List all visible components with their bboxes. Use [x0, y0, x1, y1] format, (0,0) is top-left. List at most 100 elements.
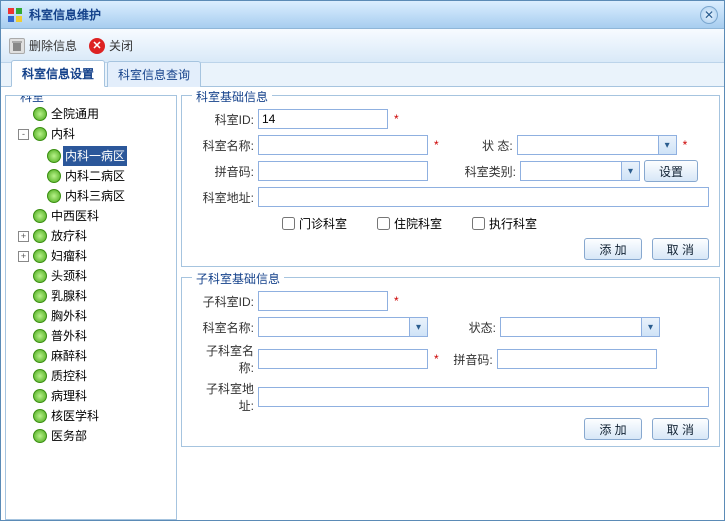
dept-icon	[47, 189, 61, 203]
tree-node[interactable]: 医务部	[18, 426, 166, 446]
tab-strip: 科室信息设置 科室信息查询	[1, 63, 724, 87]
dept-icon	[33, 389, 47, 403]
outpatient-checkbox-box[interactable]	[282, 217, 295, 230]
pinyin-label: 拼音码:	[192, 163, 254, 180]
inpatient-checkbox[interactable]: 住院科室	[377, 215, 442, 232]
sub-dept-fieldset: 子科室基础信息 子科室ID: * 科室名称: 状态: 子科室名称: *	[181, 277, 720, 447]
required-mark: *	[434, 352, 439, 366]
tab-setup[interactable]: 科室信息设置	[11, 60, 105, 87]
delete-info-button[interactable]: 删除信息	[9, 37, 77, 54]
tree-node-label[interactable]: 乳腺科	[49, 286, 89, 306]
tree-node-label[interactable]: 质控科	[49, 366, 89, 386]
dept-basic-legend: 科室基础信息	[192, 91, 272, 105]
tree-node[interactable]: 普外科	[18, 326, 166, 346]
close-button[interactable]: ✕ 关闭	[89, 37, 133, 54]
tree-node[interactable]: 胸外科	[18, 306, 166, 326]
expander-icon[interactable]: -	[18, 129, 29, 140]
expander-icon[interactable]: +	[18, 251, 29, 262]
app-icon	[7, 7, 23, 23]
status-select[interactable]	[517, 135, 677, 155]
status-label: 状 态:	[443, 137, 513, 154]
dept-icon	[33, 269, 47, 283]
tree-fieldset: 科室 全院通用-内科内科一病区内科二病区内科三病区中西医科+放疗科+妇瘤科头颈科…	[5, 95, 177, 520]
form-area: 科室基础信息 科室ID: * 科室名称: * 状 态: * 拼音码:	[181, 91, 720, 516]
tree-node-label[interactable]: 头颈科	[49, 266, 89, 286]
tree-node-label[interactable]: 全院通用	[49, 104, 101, 124]
tab-setup-label: 科室信息设置	[22, 67, 94, 81]
sub-pinyin-input[interactable]	[497, 349, 657, 369]
dept-icon	[33, 107, 47, 121]
tree-node[interactable]: 病理科	[18, 386, 166, 406]
exec-checkbox-box[interactable]	[472, 217, 485, 230]
address-input[interactable]	[258, 187, 709, 207]
dept-icon	[33, 329, 47, 343]
inpatient-label: 住院科室	[394, 215, 442, 232]
required-mark: *	[394, 112, 399, 126]
inpatient-checkbox-box[interactable]	[377, 217, 390, 230]
tree-node[interactable]: - 内科内科一病区内科二病区内科三病区	[18, 124, 166, 206]
tree-node[interactable]: 内科二病区	[32, 166, 166, 186]
tree-node-label[interactable]: 放疗科	[49, 226, 89, 246]
delete-info-label: 删除信息	[29, 37, 77, 54]
tab-query[interactable]: 科室信息查询	[107, 61, 201, 87]
set-button[interactable]: 设置	[644, 160, 698, 182]
add-button-top[interactable]: 添 加	[584, 238, 641, 260]
dept-icon	[33, 229, 47, 243]
tree-node[interactable]: + 放疗科	[18, 226, 166, 246]
tree-node[interactable]: 核医学科	[18, 406, 166, 426]
sub-addr-input[interactable]	[258, 387, 709, 407]
tree-node[interactable]: 内科三病区	[32, 186, 166, 206]
dept-icon	[33, 369, 47, 383]
sub-dept-legend: 子科室基础信息	[192, 270, 284, 287]
window-close-button[interactable]: ✕	[700, 6, 718, 24]
category-select[interactable]	[520, 161, 640, 181]
dept-icon	[33, 249, 47, 263]
sub-dept-name-select[interactable]	[258, 317, 428, 337]
close-label: 关闭	[109, 37, 133, 54]
tree-node-label[interactable]: 医务部	[49, 426, 89, 446]
tree-panel: 科室 全院通用-内科内科一病区内科二病区内科三病区中西医科+放疗科+妇瘤科头颈科…	[5, 91, 177, 516]
cancel-button-top-label: 取 消	[667, 241, 694, 258]
dept-basic-fieldset: 科室基础信息 科室ID: * 科室名称: * 状 态: * 拼音码:	[181, 95, 720, 267]
add-button-bottom[interactable]: 添 加	[584, 418, 641, 440]
tree-node[interactable]: 内科一病区	[32, 146, 166, 166]
tree-node[interactable]: + 妇瘤科	[18, 246, 166, 266]
tree-node-label[interactable]: 病理科	[49, 386, 89, 406]
window: 科室信息维护 ✕ 删除信息 ✕ 关闭 科室信息设置 科室信息查询 科室 全院通用…	[0, 0, 725, 521]
tree-node-label[interactable]: 麻醉科	[49, 346, 89, 366]
tree-node-label[interactable]: 妇瘤科	[49, 246, 89, 266]
tree-node-label[interactable]: 胸外科	[49, 306, 89, 326]
sub-name-input[interactable]	[258, 349, 428, 369]
outpatient-label: 门诊科室	[299, 215, 347, 232]
sub-id-input	[258, 291, 388, 311]
tree-node-label[interactable]: 内科二病区	[63, 166, 127, 186]
toolbar: 删除信息 ✕ 关闭	[1, 29, 724, 63]
outpatient-checkbox[interactable]: 门诊科室	[282, 215, 347, 232]
tree-node[interactable]: 全院通用	[18, 104, 166, 124]
dept-icon	[33, 429, 47, 443]
dept-icon	[47, 149, 61, 163]
cancel-button-bottom[interactable]: 取 消	[652, 418, 709, 440]
tree-node[interactable]: 头颈科	[18, 266, 166, 286]
sub-dept-name-label: 科室名称:	[192, 319, 254, 336]
tree-node[interactable]: 中西医科	[18, 206, 166, 226]
dept-icon	[33, 349, 47, 363]
sub-addr-label: 子科室地址:	[192, 380, 254, 414]
tree-node-label[interactable]: 核医学科	[49, 406, 101, 426]
tree-node-label[interactable]: 内科	[49, 124, 77, 144]
exec-checkbox[interactable]: 执行科室	[472, 215, 537, 232]
sub-name-label: 子科室名称:	[192, 342, 254, 376]
pinyin-input[interactable]	[258, 161, 428, 181]
tree-node[interactable]: 麻醉科	[18, 346, 166, 366]
tree-node-label[interactable]: 内科一病区	[63, 146, 127, 166]
tree-node[interactable]: 质控科	[18, 366, 166, 386]
sub-status-select[interactable]	[500, 317, 660, 337]
expander-icon[interactable]: +	[18, 231, 29, 242]
tree-node[interactable]: 乳腺科	[18, 286, 166, 306]
tree-node-label[interactable]: 内科三病区	[63, 186, 127, 206]
tree-node-label[interactable]: 普外科	[49, 326, 89, 346]
title-bar: 科室信息维护 ✕	[1, 1, 724, 29]
dept-name-input[interactable]	[258, 135, 428, 155]
tree-node-label[interactable]: 中西医科	[49, 206, 101, 226]
cancel-button-top[interactable]: 取 消	[652, 238, 709, 260]
